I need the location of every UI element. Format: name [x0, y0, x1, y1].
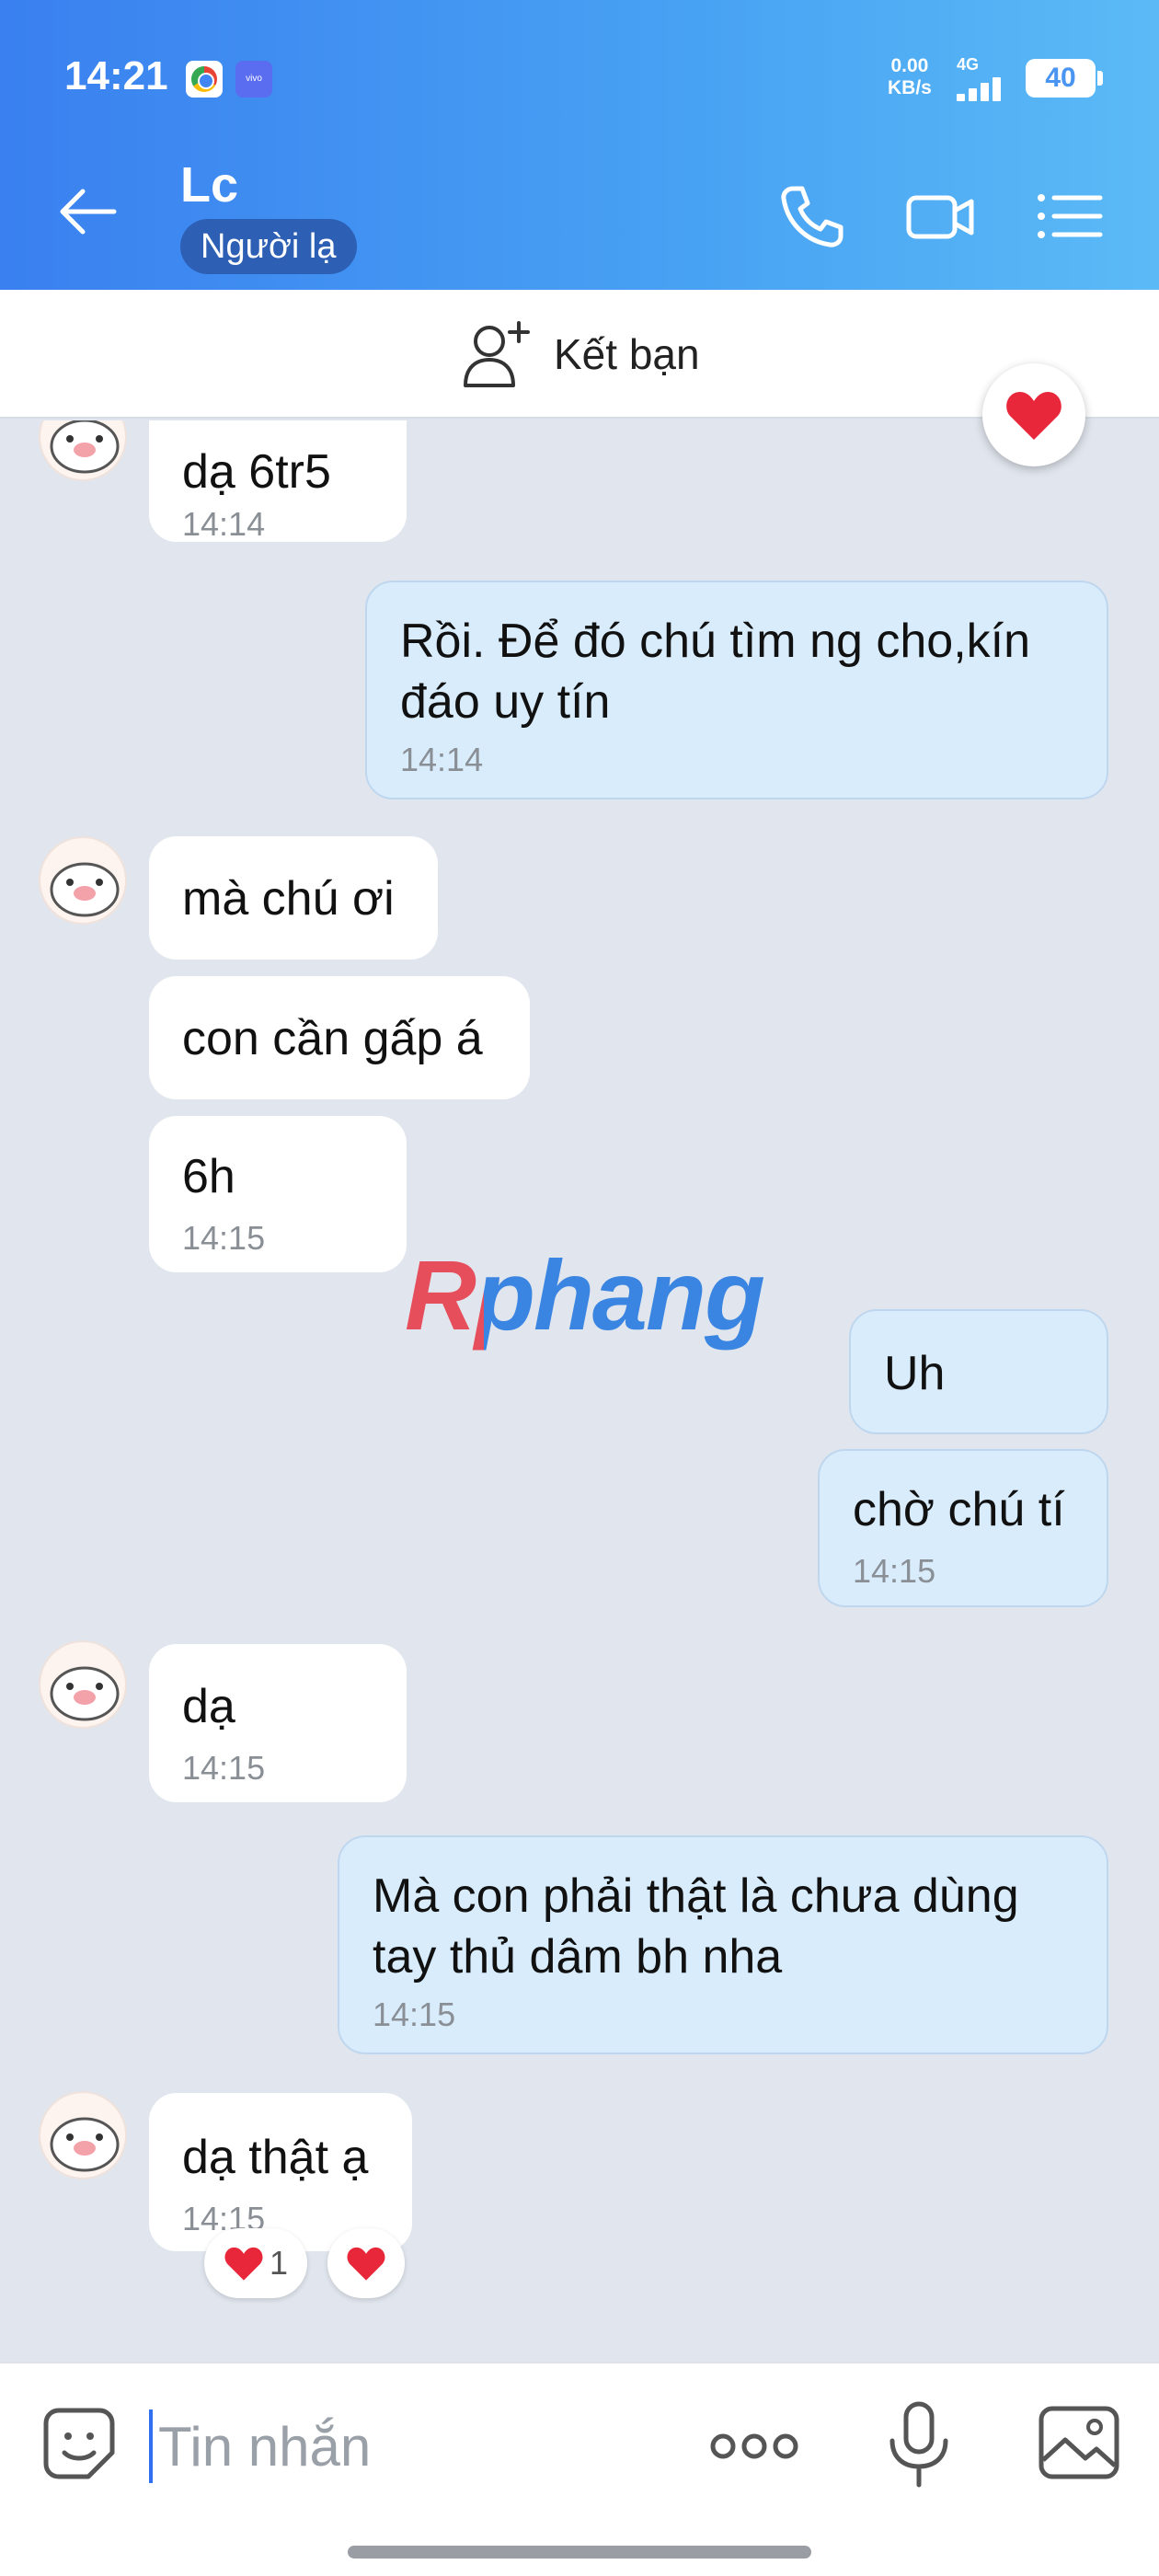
message-bubble-outgoing[interactable]: chờ chú tí 14:15 — [818, 1449, 1108, 1607]
voice-message-button[interactable] — [885, 2400, 953, 2489]
signal-icon — [957, 74, 1012, 101]
phone-icon — [781, 186, 843, 247]
chat-header: 14:21 vivo 0.00 KB/s 4G 40 Lc Người lạ — [0, 0, 1159, 290]
reaction-count: 1 — [269, 2244, 289, 2282]
contact-avatar[interactable] — [39, 2091, 127, 2179]
message-bubble-incoming[interactable]: mà chú ơi — [149, 836, 438, 960]
network-speed-value: 0.00 — [890, 55, 929, 76]
emoji-button[interactable] — [40, 2405, 118, 2482]
status-time: 14:21 — [64, 53, 168, 98]
message-text-line2: tay thủ dâm bh nha — [373, 1930, 783, 1984]
contact-avatar[interactable] — [39, 836, 127, 925]
add-user-icon — [464, 321, 530, 387]
watermark-logo: Rphang — [405, 1239, 765, 1351]
heart-reaction-button[interactable] — [982, 363, 1085, 466]
message-text: Uh — [884, 1347, 946, 1400]
message-bubble-outgoing[interactable]: Mà con phải thật là chưa dùng tay thủ dâ… — [338, 1835, 1108, 2054]
cartoon-pig-avatar-icon — [50, 2117, 120, 2172]
vivo-notification-icon: vivo — [235, 61, 272, 98]
network-speed-unit: KB/s — [888, 77, 932, 98]
message-input-bar — [0, 2362, 1159, 2576]
react-heart-button[interactable] — [327, 2228, 405, 2298]
cartoon-pig-avatar-icon — [50, 862, 120, 917]
message-time: 14:15 — [853, 1552, 936, 1590]
message-bubble-outgoing[interactable]: Uh — [849, 1309, 1108, 1434]
message-text-line2: đáo uy tín — [400, 675, 611, 729]
heart-icon — [224, 2247, 263, 2281]
message-text: mà chú ơi — [182, 872, 395, 926]
sticker-emoji-icon — [43, 2408, 115, 2479]
stranger-badge: Người lạ — [180, 219, 357, 274]
heart-icon — [1006, 392, 1061, 440]
message-text: Rồi. Để đó chú tìm ng cho,kín — [400, 615, 1031, 668]
battery-icon: 40 — [1026, 59, 1103, 98]
reaction-summary[interactable]: 1 — [204, 2228, 307, 2298]
message-bubble-outgoing[interactable]: Rồi. Để đó chú tìm ng cho,kín đáo uy tín… — [365, 581, 1108, 799]
message-text: dạ — [182, 1680, 235, 1733]
message-list[interactable]: dạ 6tr5 14:14 Rồi. Để đó chú tìm ng cho,… — [0, 420, 1159, 2362]
arrow-left-icon — [60, 189, 117, 235]
message-bubble-incoming[interactable]: dạ 6tr5 14:14 — [149, 420, 407, 543]
message-bubble-incoming[interactable]: dạ 14:15 — [149, 1644, 407, 1802]
text-caret — [149, 2409, 153, 2483]
image-gallery-icon — [1039, 2406, 1119, 2479]
message-time: 14:14 — [400, 741, 484, 778]
message-time: 14:15 — [182, 1749, 266, 1787]
message-time: 14:15 — [373, 1995, 456, 2033]
heart-icon — [347, 2247, 385, 2281]
home-indicator[interactable] — [348, 2546, 811, 2559]
message-bubble-incoming[interactable]: con cần gấp á — [149, 976, 530, 1099]
gallery-button[interactable] — [1038, 2405, 1120, 2480]
add-friend-button[interactable]: Kết bạn — [460, 317, 700, 391]
menu-list-icon — [1038, 194, 1103, 238]
more-options-button[interactable] — [708, 2419, 800, 2474]
contact-avatar[interactable] — [39, 1640, 127, 1729]
message-bubble-incoming[interactable]: 6h 14:15 — [149, 1116, 407, 1272]
message-text: chờ chú tí — [853, 1483, 1065, 1536]
chat-menu-button[interactable] — [1032, 179, 1106, 253]
back-button[interactable] — [55, 184, 120, 239]
chrome-notification-icon — [186, 61, 223, 98]
network-speed: 0.00 KB/s — [888, 55, 932, 99]
microphone-icon — [889, 2401, 948, 2488]
message-time: 14:14 — [182, 505, 266, 543]
cartoon-pig-avatar-icon — [50, 1666, 120, 1721]
message-text: Mà con phải thật là chưa dùng — [373, 1869, 1019, 1923]
message-text: 6h — [182, 1150, 235, 1203]
message-text: dạ thật ạ — [182, 2131, 369, 2184]
contact-avatar[interactable] — [39, 420, 127, 481]
cartoon-pig-avatar-icon — [50, 420, 120, 474]
voice-call-button[interactable] — [775, 179, 848, 253]
message-time: 14:15 — [182, 1219, 266, 1257]
video-camera-icon — [906, 195, 974, 239]
message-text: con cần gấp á — [182, 1012, 483, 1065]
message-input[interactable] — [158, 2408, 673, 2485]
message-text: dạ 6tr5 — [182, 445, 331, 499]
network-type: 4G — [957, 55, 980, 74]
more-dots-icon — [710, 2433, 798, 2459]
contact-name[interactable]: Lc — [180, 156, 238, 213]
add-friend-label: Kết bạn — [554, 330, 700, 378]
video-call-button[interactable] — [903, 179, 977, 253]
